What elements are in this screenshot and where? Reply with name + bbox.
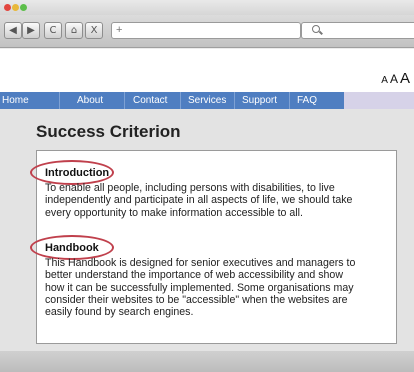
introduction-heading: Introduction: [45, 167, 110, 179]
content-area: Success Criterion Introduction To enable…: [0, 109, 414, 351]
introduction-text: To enable all people, including persons …: [45, 182, 397, 219]
nav-item-about[interactable]: About: [70, 92, 125, 109]
handbook-line: This Handbook is designed for senior exe…: [45, 257, 356, 269]
back-button[interactable]: ◀: [4, 22, 22, 39]
title-bar: [0, 0, 414, 15]
zoom-window-button[interactable]: [20, 4, 27, 11]
introduction-line: independently and participate in all asp…: [45, 194, 353, 207]
minimize-window-button[interactable]: [12, 4, 19, 11]
forward-icon: ▶: [27, 25, 35, 36]
nav-item-support[interactable]: Support: [235, 92, 290, 109]
page-title: Success Criterion: [36, 122, 181, 141]
handbook-line: easily found by search engines.: [45, 306, 194, 319]
address-bar[interactable]: +: [111, 22, 301, 39]
stop-button[interactable]: X: [85, 22, 103, 39]
nav-item-contact[interactable]: Contact: [126, 92, 181, 109]
web-page: A A A Home About Contact Services Suppor…: [0, 49, 414, 372]
stop-icon: X: [90, 25, 98, 36]
nav-item-home[interactable]: Home: [0, 92, 60, 109]
nav-item-faq[interactable]: FAQ: [290, 92, 344, 109]
font-size-controls: A A A: [381, 70, 410, 87]
nav-item-services[interactable]: Services: [181, 92, 235, 109]
search-bar[interactable]: [301, 22, 414, 39]
page-footer: [0, 351, 414, 372]
nav-filler: [344, 92, 414, 109]
close-window-button[interactable]: [4, 4, 11, 11]
introduction-line: To enable all people, including persons …: [45, 182, 335, 194]
handbook-line: better understand the importance of web …: [45, 269, 343, 282]
content-panel: Introduction To enable all people, inclu…: [30, 150, 397, 344]
browser-window: ◀ ▶ C ⌂ X + A A A Home About Contact Ser…: [0, 0, 414, 372]
reload-icon: C: [49, 25, 57, 36]
browser-toolbar: ◀ ▶ C ⌂ X +: [0, 15, 414, 48]
search-icon: [312, 25, 320, 33]
forward-button[interactable]: ▶: [22, 22, 40, 39]
back-icon: ◀: [9, 25, 17, 36]
font-size-medium-button[interactable]: A: [390, 72, 398, 86]
home-icon: ⌂: [70, 25, 78, 36]
new-tab-icon[interactable]: +: [116, 24, 122, 36]
handbook-line: how it can be successfully implemented. …: [45, 281, 354, 294]
font-size-large-button[interactable]: A: [400, 70, 410, 87]
handbook-line: consider their websites to be "accessibl…: [45, 293, 348, 306]
font-size-small-button[interactable]: A: [381, 75, 388, 86]
reload-button[interactable]: C: [44, 22, 62, 39]
introduction-line: every opportunity to make information ac…: [45, 206, 303, 219]
home-button[interactable]: ⌂: [65, 22, 83, 39]
handbook-heading: Handbook: [45, 242, 99, 254]
handbook-text: This Handbook is designed for senior exe…: [45, 257, 397, 318]
main-nav: Home About Contact Services Support FAQ: [0, 92, 414, 109]
